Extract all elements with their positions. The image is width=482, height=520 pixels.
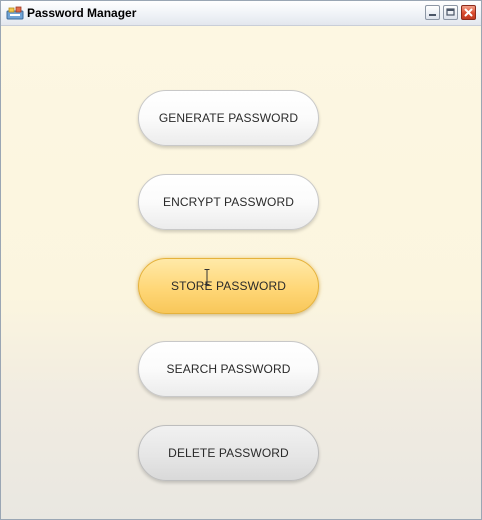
generate-password-button[interactable]: GENERATE PASSWORD bbox=[138, 90, 319, 146]
store-password-button[interactable]: STORE PASSWORD bbox=[138, 258, 319, 314]
close-button[interactable] bbox=[461, 5, 476, 20]
minimize-icon bbox=[429, 14, 436, 16]
password-manager-window: Password Manager GENERATE PASSWORD ENCRY… bbox=[0, 0, 482, 520]
title-bar[interactable]: Password Manager bbox=[1, 1, 481, 26]
maximize-button[interactable] bbox=[443, 5, 458, 20]
search-password-button[interactable]: SEARCH PASSWORD bbox=[138, 341, 319, 397]
encrypt-password-button[interactable]: ENCRYPT PASSWORD bbox=[138, 174, 319, 230]
minimize-button[interactable] bbox=[425, 5, 440, 20]
window-title: Password Manager bbox=[27, 6, 137, 20]
text-cursor-icon bbox=[204, 269, 210, 285]
delete-password-button[interactable]: DELETE PASSWORD bbox=[138, 425, 319, 481]
maximize-icon bbox=[446, 8, 455, 16]
app-icon bbox=[6, 6, 24, 20]
close-icon bbox=[464, 8, 473, 17]
